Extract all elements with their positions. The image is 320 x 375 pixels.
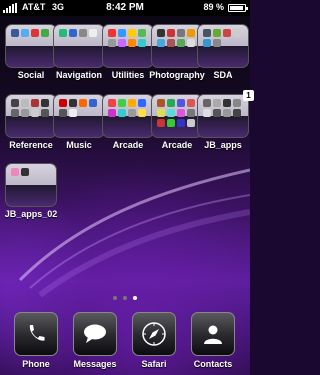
phone-icon [14, 312, 58, 356]
page-dot [123, 296, 127, 300]
page-indicator[interactable] [0, 296, 250, 300]
folder-jb-apps[interactable]: 1 JB_apps [197, 90, 254, 156]
dock-safari[interactable]: Safari [132, 312, 176, 372]
dock-label: Messages [73, 359, 117, 369]
folder-icon [151, 24, 203, 68]
messages-icon [73, 312, 117, 356]
folder-jb-apps-02[interactable]: JB_apps_02 [5, 163, 57, 225]
folder-icon [5, 94, 57, 138]
folder-icon [53, 94, 105, 138]
folder-label: SDA [213, 70, 233, 80]
home-screen-grid: Social Navigation Utilities Photography [0, 0, 254, 300]
dock-label: Safari [141, 359, 167, 369]
folder-icon [197, 24, 249, 68]
folder-icon [102, 94, 154, 138]
dock: Phone Messages Safari Contacts [0, 306, 250, 375]
dock-contacts[interactable]: Contacts [191, 312, 235, 372]
contacts-icon [191, 312, 235, 356]
folder-sda[interactable]: SDA [197, 24, 249, 86]
folder-icon [102, 24, 154, 68]
dock-phone[interactable]: Phone [14, 312, 58, 372]
dock-label: Phone [22, 359, 50, 369]
folder-icon [151, 94, 203, 138]
dock-messages[interactable]: Messages [73, 312, 117, 372]
dock-label: Contacts [193, 359, 233, 369]
compass-icon [132, 312, 176, 356]
folder-icon [5, 24, 57, 68]
folder-label: JB_apps [204, 140, 242, 150]
folder-icon [197, 94, 249, 138]
page-dot [113, 296, 117, 300]
folder-icon [5, 163, 57, 207]
folder-label: JB_apps_02 [4, 209, 58, 219]
folder-icon [53, 24, 105, 68]
notification-badge: 1 [243, 90, 254, 101]
page-dot-active [133, 296, 137, 300]
